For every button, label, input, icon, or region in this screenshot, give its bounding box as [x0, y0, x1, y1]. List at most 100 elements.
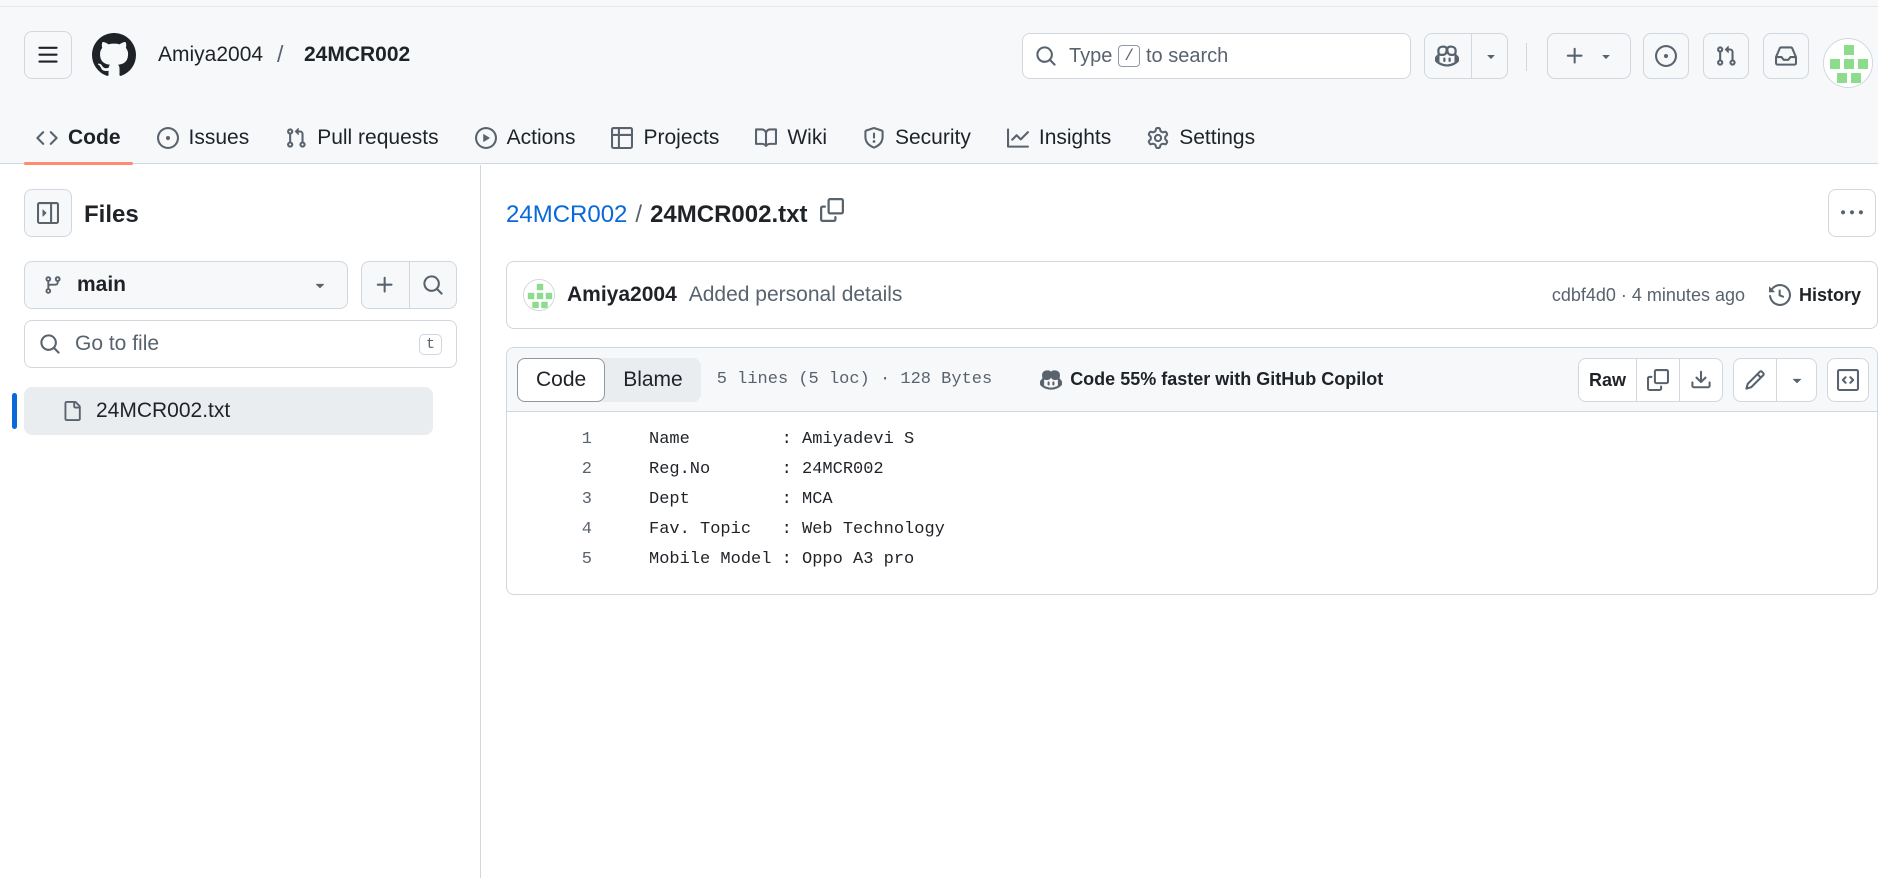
- copilot-button-group[interactable]: [1424, 33, 1508, 79]
- latest-commit-bar: Amiya2004 Added personal details cdbf4d0…: [506, 261, 1878, 329]
- tab-insights-label: Insights: [1038, 125, 1112, 149]
- tab-security-label: Security: [895, 125, 971, 149]
- kebab-horizontal-icon: [1841, 210, 1863, 215]
- file-view: 24MCR002 / 24MCR002.txt Amiya2004 Added …: [482, 165, 1878, 878]
- tab-pull-requests[interactable]: Pull requests: [273, 111, 450, 164]
- pull-request-icon: [287, 127, 306, 148]
- code-line: 3 Dept : MCA: [507, 484, 1877, 514]
- search-shortcut-key: /: [1118, 45, 1140, 67]
- tab-insights[interactable]: Insights: [995, 111, 1123, 164]
- line-number[interactable]: 3: [507, 490, 592, 509]
- edit-group: [1733, 358, 1817, 402]
- issue-opened-icon: [1655, 45, 1677, 67]
- window-top-strip: [0, 0, 1878, 7]
- add-file-button[interactable]: [362, 262, 410, 308]
- gear-icon: [1148, 126, 1169, 149]
- triangle-down-icon: [315, 283, 325, 289]
- identicon-icon: [1824, 39, 1872, 87]
- plus-icon: [377, 276, 393, 293]
- search-input[interactable]: Type / to search: [1022, 33, 1411, 79]
- symbols-panel-button[interactable]: [1827, 358, 1869, 402]
- menu-button[interactable]: [24, 31, 72, 79]
- breadcrumb-repo-link[interactable]: 24MCR002: [506, 201, 627, 229]
- search-code-button[interactable]: [410, 262, 457, 308]
- hamburger-icon: [38, 46, 58, 63]
- commit-message[interactable]: Added personal details: [689, 283, 903, 307]
- file-actions: Raw: [1577, 358, 1869, 402]
- go-to-file-placeholder: Go to file: [75, 332, 160, 355]
- sidebar-actions: [361, 261, 457, 309]
- search-icon: [423, 275, 443, 295]
- commit-author-avatar[interactable]: [523, 279, 555, 311]
- owner-link[interactable]: Amiya2004: [158, 43, 263, 67]
- github-mark-icon: [92, 33, 136, 76]
- line-number[interactable]: 1: [507, 430, 592, 449]
- line-number[interactable]: 2: [507, 460, 592, 479]
- notifications-button[interactable]: [1763, 33, 1809, 79]
- history-button[interactable]: History: [1768, 284, 1861, 306]
- copy-icon: [1647, 369, 1669, 391]
- tab-actions[interactable]: Actions: [463, 111, 588, 164]
- tab-wiki[interactable]: Wiki: [743, 111, 839, 164]
- file-icon: [64, 401, 81, 421]
- history-icon: [1768, 284, 1791, 306]
- tab-settings-label: Settings: [1179, 125, 1256, 149]
- edit-file-button[interactable]: [1734, 359, 1776, 401]
- shield-icon: [864, 126, 884, 149]
- view-toggle: Code Blame: [517, 357, 701, 402]
- commit-sha-time[interactable]: cdbf4d0 · 4 minutes ago: [1552, 285, 1745, 306]
- line-content: Dept : MCA: [649, 489, 833, 509]
- file-tree-item-name: 24MCR002.txt: [96, 399, 231, 422]
- blame-view-button[interactable]: Blame: [605, 358, 701, 402]
- tab-wiki-label: Wiki: [787, 125, 827, 149]
- branch-name: main: [77, 273, 127, 296]
- tab-code[interactable]: Code: [24, 111, 133, 165]
- line-number[interactable]: 4: [507, 520, 592, 539]
- inbox-icon: [1775, 46, 1797, 66]
- tab-security[interactable]: Security: [851, 111, 983, 164]
- line-number[interactable]: 5: [507, 550, 592, 569]
- edit-options-button[interactable]: [1776, 359, 1816, 401]
- tab-projects-label: Projects: [643, 125, 720, 149]
- go-to-file-input[interactable]: Go to file t: [24, 320, 457, 368]
- raw-button[interactable]: Raw: [1579, 359, 1636, 401]
- copilot-icon: [1435, 45, 1459, 67]
- copy-path-button[interactable]: [820, 198, 844, 222]
- download-button[interactable]: [1679, 359, 1722, 401]
- copilot-promo-text: Code 55% faster with GitHub Copilot: [1070, 369, 1384, 389]
- line-content: Reg.No : 24MCR002: [649, 459, 884, 479]
- tab-projects[interactable]: Projects: [599, 111, 731, 164]
- branch-selector[interactable]: main: [24, 261, 348, 309]
- book-icon: [755, 127, 778, 147]
- code-line: 5 Mobile Model : Oppo A3 pro: [507, 544, 1877, 574]
- copy-raw-button[interactable]: [1636, 359, 1679, 401]
- tab-pull-requests-label: Pull requests: [317, 125, 439, 149]
- more-options-button[interactable]: [1828, 189, 1876, 237]
- line-content: Mobile Model : Oppo A3 pro: [649, 549, 915, 569]
- copy-icon: [820, 198, 844, 222]
- collapse-sidebar-button[interactable]: [24, 189, 72, 237]
- git-pull-request-icon: [1717, 45, 1736, 66]
- file-breadcrumb: 24MCR002 / 24MCR002.txt: [506, 201, 807, 229]
- file-tree-item[interactable]: 24MCR002.txt: [24, 387, 433, 435]
- identicon-icon: [524, 280, 554, 310]
- user-avatar[interactable]: [1823, 38, 1873, 88]
- search-icon: [40, 334, 60, 354]
- your-issues-button[interactable]: [1643, 33, 1689, 79]
- commit-author[interactable]: Amiya2004: [567, 283, 677, 307]
- graph-icon: [1006, 127, 1029, 148]
- repo-tabs: Code Issues Pull requests Actions Projec…: [24, 111, 1279, 165]
- search-icon: [1036, 46, 1056, 66]
- repo-link[interactable]: 24MCR002: [304, 43, 410, 67]
- file-tree-sidebar: Files main Go to file t 24MCR002.txt: [0, 165, 481, 878]
- download-icon: [1691, 370, 1711, 389]
- tab-settings[interactable]: Settings: [1135, 111, 1267, 164]
- github-logo[interactable]: [92, 33, 136, 77]
- copilot-promo-link[interactable]: Code 55% faster with GitHub Copilot: [1040, 369, 1383, 391]
- create-new-button[interactable]: [1547, 33, 1631, 79]
- tab-issues[interactable]: Issues: [145, 111, 262, 164]
- code-view-button[interactable]: Code: [517, 357, 606, 402]
- play-icon: [474, 126, 497, 149]
- git-branch-icon: [45, 276, 61, 294]
- your-pull-requests-button[interactable]: [1703, 33, 1749, 79]
